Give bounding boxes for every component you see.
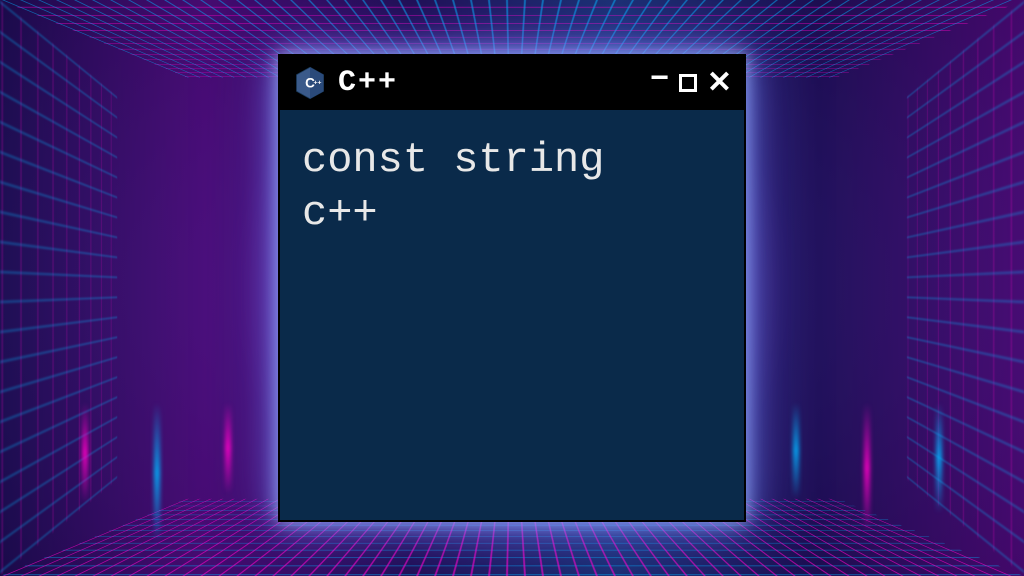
svg-text:++: ++ <box>314 80 322 87</box>
titlebar[interactable]: C ++ C++ − ✕ <box>280 56 744 110</box>
terminal-window: C ++ C++ − ✕ const string c++ <box>278 54 746 522</box>
left-wall <box>0 0 117 576</box>
close-button[interactable]: ✕ <box>707 68 732 98</box>
code-line-2: c++ <box>302 187 722 240</box>
window-title: C++ <box>338 66 640 100</box>
maximize-button[interactable] <box>679 74 697 92</box>
window-controls: − ✕ <box>650 67 732 99</box>
terminal-content: const string c++ <box>280 110 744 263</box>
minimize-button[interactable]: − <box>650 61 669 93</box>
cpp-icon: C ++ <box>292 65 328 101</box>
right-wall <box>907 0 1024 576</box>
code-line-1: const string <box>302 134 722 187</box>
